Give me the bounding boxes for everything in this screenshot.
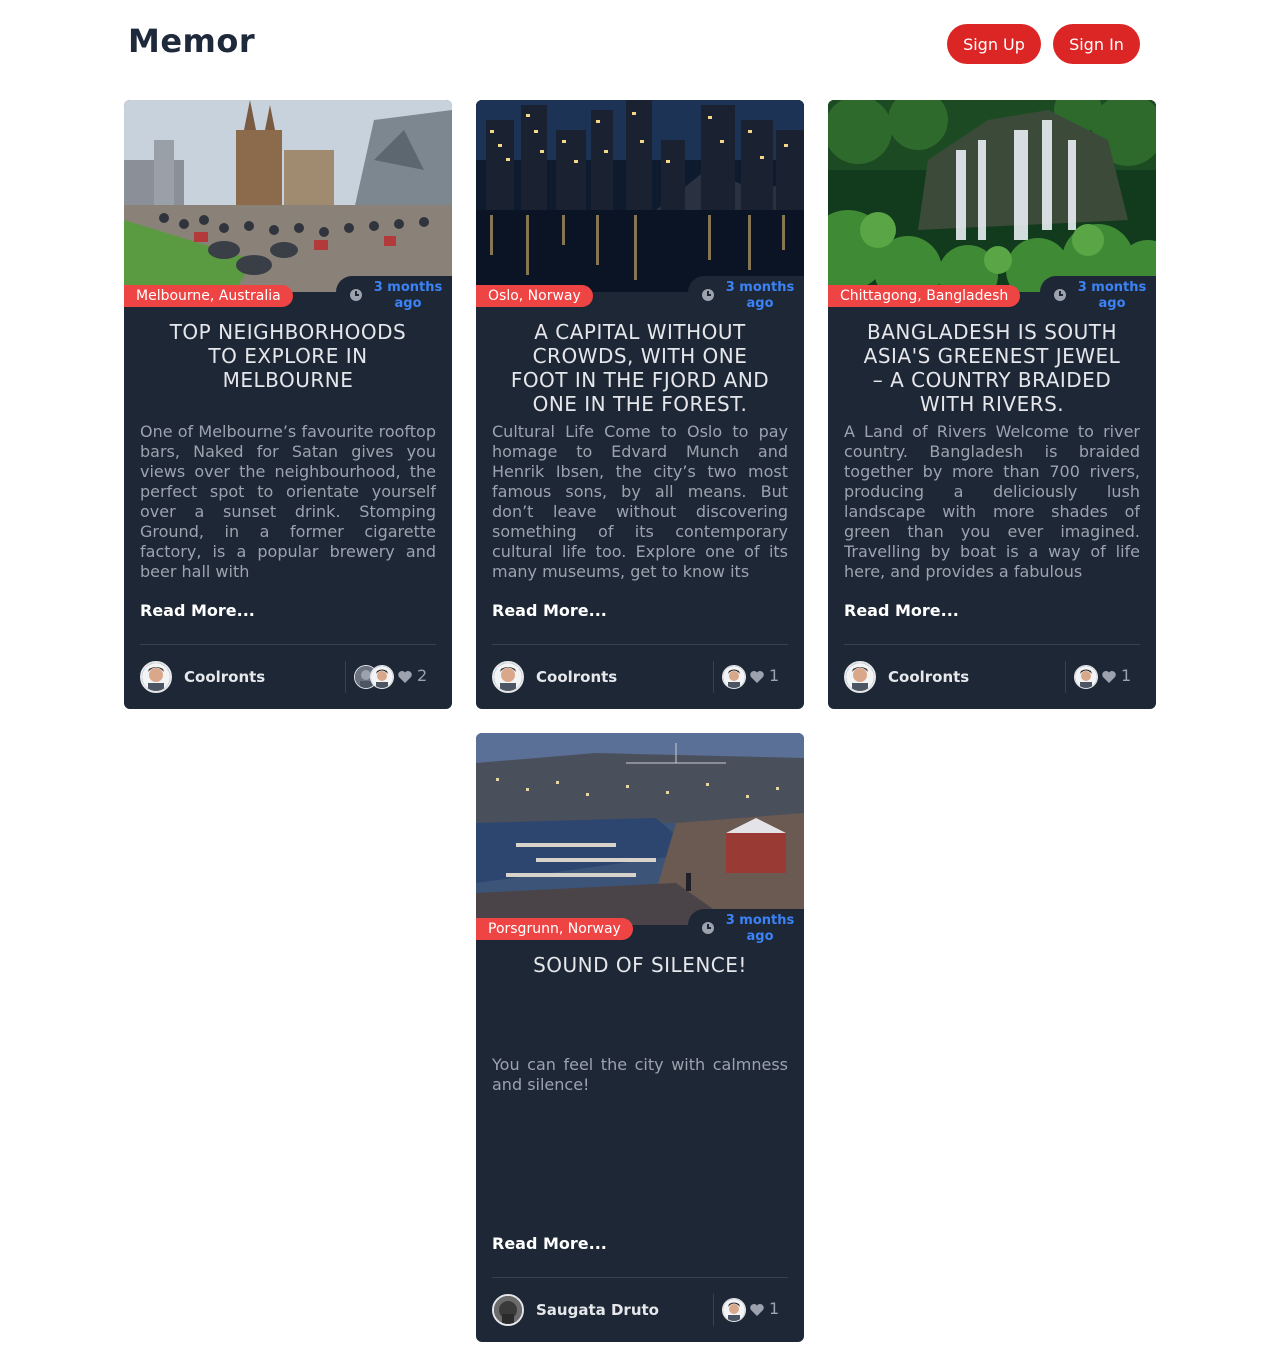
heart-icon[interactable]	[749, 669, 765, 685]
author-avatar[interactable]	[492, 1294, 524, 1326]
author-name[interactable]: Coolronts	[536, 668, 617, 686]
top-navbar: Memor Sign Up Sign In	[0, 0, 1280, 88]
time-ago: 3 months ago	[1077, 280, 1147, 311]
card-divider	[140, 644, 436, 645]
time-ago: 3 months ago	[725, 913, 795, 944]
card-divider	[492, 644, 788, 645]
footer-separator	[713, 661, 714, 693]
clock-icon	[1054, 289, 1066, 301]
post-title[interactable]: BANGLADESH IS SOUTH ASIA'S GREENEST JEWE…	[862, 320, 1122, 416]
location-badge[interactable]: Melbourne, Australia	[124, 285, 293, 307]
like-count: 2	[417, 666, 428, 685]
like-count: 1	[769, 1299, 780, 1318]
like-count: 1	[1121, 666, 1132, 685]
post-excerpt: A Land of Rivers Welcome to river countr…	[844, 422, 1140, 581]
author-name[interactable]: Coolronts	[888, 668, 969, 686]
sign-up-button[interactable]: Sign Up	[947, 24, 1041, 64]
post-image[interactable]	[124, 100, 452, 292]
location-badge[interactable]: Chittagong, Bangladesh	[828, 285, 1021, 307]
like-count: 1	[769, 666, 780, 685]
footer-separator	[1065, 661, 1066, 693]
footer-separator	[345, 661, 346, 693]
post-time: 3 months ago	[336, 276, 452, 316]
post-card[interactable]: Porsgrunn, Norway 3 months ago SOUND OF …	[476, 733, 804, 1342]
post-excerpt: One of Melbourne’s favourite rooftop bar…	[140, 422, 436, 581]
post-time: 3 months ago	[1040, 276, 1156, 316]
liker-avatar	[722, 1298, 746, 1322]
post-excerpt: Cultural Life Come to Oslo to pay homage…	[492, 422, 788, 581]
clock-icon	[702, 289, 714, 301]
post-title[interactable]: SOUND OF SILENCE!	[510, 953, 770, 977]
liker-avatar	[722, 665, 746, 689]
card-divider	[492, 1277, 788, 1278]
post-time: 3 months ago	[688, 909, 804, 949]
card-divider	[844, 644, 1140, 645]
clock-icon	[350, 289, 362, 301]
post-time: 3 months ago	[688, 276, 804, 316]
location-badge[interactable]: Oslo, Norway	[476, 285, 593, 307]
post-card[interactable]: Melbourne, Australia 3 months ago TOP NE…	[124, 100, 452, 709]
location-badge[interactable]: Porsgrunn, Norway	[476, 918, 633, 940]
author-avatar[interactable]	[492, 661, 524, 693]
heart-icon[interactable]	[1101, 669, 1117, 685]
read-more-link[interactable]: Read More...	[844, 601, 959, 620]
author-avatar[interactable]	[140, 661, 172, 693]
time-ago: 3 months ago	[725, 280, 795, 311]
post-image[interactable]	[828, 100, 1156, 292]
footer-separator	[713, 1294, 714, 1326]
time-ago: 3 months ago	[373, 280, 443, 311]
post-excerpt: You can feel the city with calmness and …	[492, 1055, 788, 1094]
post-image[interactable]	[476, 733, 804, 925]
post-image[interactable]	[476, 100, 804, 292]
read-more-link[interactable]: Read More...	[140, 601, 255, 620]
liker-avatar	[1074, 665, 1098, 689]
author-name[interactable]: Coolronts	[184, 668, 265, 686]
site-logo[interactable]: Memor	[128, 22, 255, 60]
post-card[interactable]: Chittagong, Bangladesh 3 months ago BANG…	[828, 100, 1156, 709]
read-more-link[interactable]: Read More...	[492, 601, 607, 620]
sign-in-button[interactable]: Sign In	[1053, 24, 1140, 64]
post-card[interactable]: Oslo, Norway 3 months ago A CAPITAL WITH…	[476, 100, 804, 709]
read-more-link[interactable]: Read More...	[492, 1234, 607, 1253]
liker-avatar	[370, 665, 394, 689]
post-title[interactable]: TOP NEIGHBORHOODS TO EXPLORE IN MELBOURN…	[158, 320, 418, 392]
heart-icon[interactable]	[749, 1302, 765, 1318]
author-avatar[interactable]	[844, 661, 876, 693]
heart-icon[interactable]	[397, 669, 413, 685]
author-name[interactable]: Saugata Druto	[536, 1301, 659, 1319]
post-title[interactable]: A CAPITAL WITHOUT CROWDS, WITH ONE FOOT …	[510, 320, 770, 416]
clock-icon	[702, 922, 714, 934]
